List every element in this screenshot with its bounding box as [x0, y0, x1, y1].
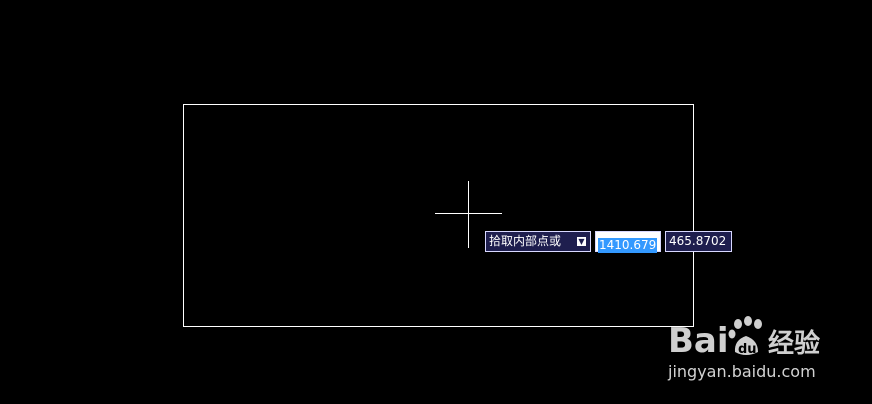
drawing-canvas[interactable]: 拾取内部点或 ▼ 1410.679 465.8702 Bai du 经验 jin… — [0, 0, 872, 404]
coordinate-y-input[interactable]: 465.8702 — [665, 231, 732, 252]
coordinate-y-value[interactable]: 465.8702 — [669, 234, 726, 248]
baidu-jingyan-watermark: Bai du 经验 jingyan.baidu.com — [668, 312, 868, 392]
baidu-logo-icon: Bai du 经验 — [668, 316, 820, 361]
crosshair-vertical — [468, 181, 469, 248]
prompt-label: 拾取内部点或 — [489, 234, 562, 248]
svg-text:Bai: Bai — [668, 321, 729, 361]
drawn-rectangle[interactable] — [183, 104, 694, 327]
down-arrow-icon[interactable]: ▼ — [577, 237, 586, 246]
dynamic-input-prompt[interactable]: 拾取内部点或 ▼ — [485, 231, 591, 252]
coordinate-x-input[interactable]: 1410.679 — [595, 231, 661, 253]
svg-text:经验: 经验 — [768, 328, 820, 359]
watermark-site: jingyan.baidu.com — [668, 362, 816, 381]
coordinate-x-value[interactable]: 1410.679 — [598, 238, 658, 253]
svg-text:du: du — [738, 342, 757, 357]
